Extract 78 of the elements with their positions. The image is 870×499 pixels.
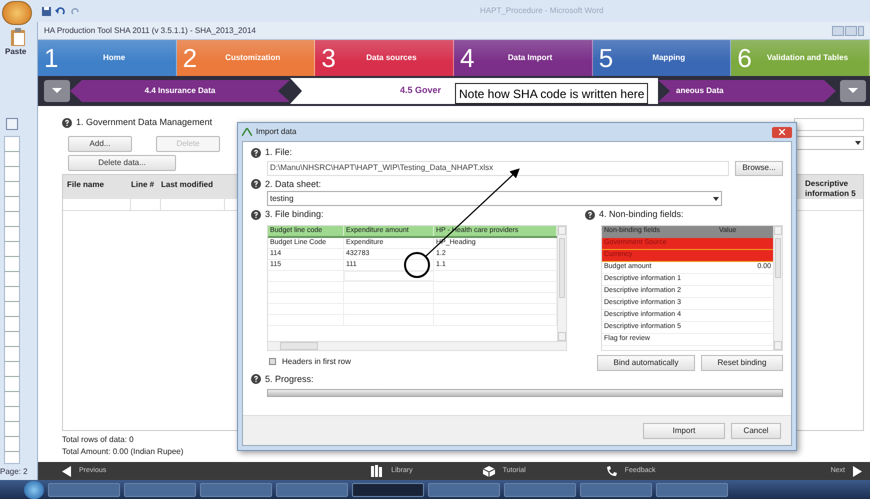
taskbar-button[interactable]	[352, 482, 424, 496]
office-button[interactable]	[2, 1, 32, 25]
save-icon[interactable]	[42, 6, 51, 16]
app-icon	[242, 128, 252, 136]
column-header: Line #	[131, 178, 156, 190]
annotation-circle	[404, 252, 430, 278]
taskbar-button[interactable]	[124, 482, 196, 496]
undo-icon[interactable]	[55, 6, 65, 16]
help-icon[interactable]	[251, 179, 261, 190]
chevron-icon	[52, 88, 62, 94]
vertical-scrollbar[interactable]	[773, 226, 782, 350]
paste-label[interactable]: Paste	[5, 46, 37, 58]
close-button[interactable]	[772, 126, 792, 138]
box-icon	[482, 466, 495, 476]
reset-binding-button[interactable]: Reset binding	[701, 354, 783, 370]
step-tab[interactable]: 5 Mapping	[592, 40, 732, 76]
taskbar-button[interactable]	[276, 482, 348, 496]
close-icon	[779, 129, 785, 135]
text-field[interactable]	[794, 118, 864, 131]
minimize-button[interactable]	[832, 26, 844, 36]
file-binding-label: 3. File binding:	[265, 208, 324, 221]
progress-label: 5. Progress:	[265, 372, 314, 386]
file-path-field[interactable]: D:\Manu\NHSRC\HAPT\HAPT_WIP\Testing_Data_NHAPT.xlsx	[267, 160, 729, 176]
scroll-right-button[interactable]	[840, 80, 866, 102]
start-button[interactable]	[24, 480, 44, 498]
help-icon[interactable]	[62, 118, 72, 128]
browse-button[interactable]: Browse...	[735, 160, 783, 176]
books-icon	[371, 465, 384, 477]
non-binding-label: 4. Non-binding fields:	[599, 208, 684, 221]
step-tab[interactable]: 1 Home	[38, 40, 177, 76]
window-title: HAPT_Procedure - Microsoft Word	[480, 5, 604, 17]
file-label: 1. File:	[265, 146, 292, 159]
column-header: Descriptive information 5	[805, 178, 857, 198]
import-button[interactable]: Import	[643, 422, 725, 438]
maximize-button[interactable]	[845, 26, 857, 36]
left-arrow-icon	[62, 466, 71, 476]
phone-icon	[606, 466, 617, 476]
help-icon[interactable]	[585, 210, 595, 220]
checkbox-label: Headers in first row	[282, 356, 351, 368]
scroll-left-button[interactable]	[44, 80, 70, 102]
bind-automatically-button[interactable]: Bind automatically	[597, 354, 695, 370]
chevron-icon	[848, 88, 858, 94]
add-button[interactable]: Add...	[68, 136, 132, 152]
page-number: Page: 2	[0, 466, 29, 478]
dropdown-arrow-icon	[855, 141, 861, 145]
next-section-tab[interactable]: aneous Data	[658, 80, 836, 102]
app-title: HA Production Tool SHA 2011 (v 3.5.1.1) - SHA_2013_2014	[44, 24, 256, 36]
taskbar-button[interactable]	[656, 482, 728, 496]
cancel-button[interactable]: Cancel	[731, 422, 781, 438]
editing-cell[interactable]	[344, 270, 434, 280]
total-amount: Total Amount: 0.00 (Indian Rupee)	[62, 446, 184, 458]
vertical-scrollbar[interactable]	[557, 226, 566, 340]
help-icon[interactable]	[251, 374, 261, 384]
redo-icon[interactable]	[71, 6, 80, 16]
step-tab[interactable]: 3 Data sources	[315, 40, 454, 76]
taskbar-button[interactable]	[504, 482, 576, 496]
horizontal-scrollbar[interactable]	[268, 340, 566, 350]
taskbar-button[interactable]	[580, 482, 652, 496]
column-header: Last modified	[161, 178, 214, 190]
help-icon[interactable]	[251, 148, 261, 158]
ruler-toggle[interactable]	[6, 118, 18, 130]
help-icon[interactable]	[251, 210, 261, 220]
dropdown-arrow-icon	[713, 196, 719, 200]
data-sheet-label: 2. Data sheet:	[265, 178, 322, 190]
previous-section-tab[interactable]: 4.4 Insurance Data	[70, 80, 290, 102]
column-header: File name	[66, 178, 105, 190]
right-arrow-icon	[853, 466, 862, 476]
annotation-tooltip: Note how SHA code is written here	[455, 83, 648, 104]
section-title: 1. Government Data Management	[76, 116, 212, 129]
close-button[interactable]	[858, 26, 864, 36]
paste-icon[interactable]	[10, 28, 26, 46]
taskbar-button[interactable]	[200, 482, 272, 496]
taskbar-button[interactable]	[428, 482, 500, 496]
checkbox[interactable]	[269, 358, 276, 365]
dialog-title: Import data	[256, 126, 296, 138]
data-sheet-dropdown[interactable]: testing	[267, 191, 722, 206]
step-tab[interactable]: 4 Data Import	[454, 40, 593, 76]
delete-data-button[interactable]: Delete data...	[68, 154, 176, 170]
